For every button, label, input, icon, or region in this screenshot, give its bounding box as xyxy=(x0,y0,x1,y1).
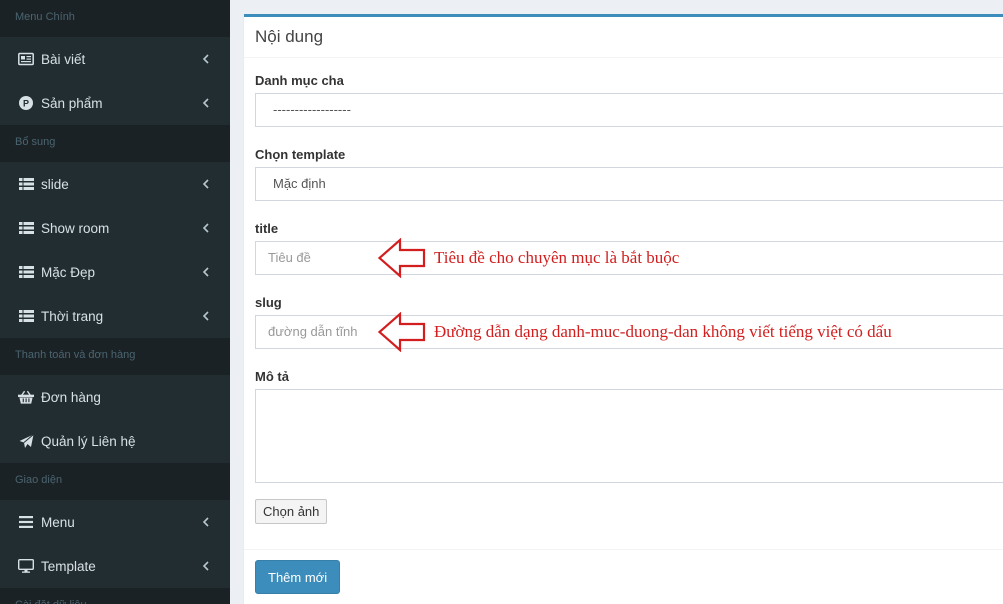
list-icon xyxy=(18,220,34,236)
box-title: Nội dung xyxy=(244,17,1003,58)
sidebar-header-data-settings: Cài đặt dữ liệu xyxy=(0,588,230,604)
sidebar-item-label: Sản phẩm xyxy=(41,95,103,111)
list-icon xyxy=(18,264,34,280)
parent-category-select[interactable]: ------------------ xyxy=(255,93,1003,127)
product-circle-icon: P xyxy=(18,95,34,111)
newspaper-icon xyxy=(18,51,34,67)
slug-annotation-text: Đường dẫn dạng danh-muc-duong-dan không … xyxy=(434,322,892,341)
chevron-left-icon xyxy=(200,178,212,190)
title-placeholder: Tiêu đề xyxy=(268,250,311,265)
main-content: Nội dung Danh mục cha ------------------… xyxy=(230,0,1003,604)
template-select[interactable]: Mặc định xyxy=(255,167,1003,201)
chevron-left-icon xyxy=(200,516,212,528)
sidebar-item-posts[interactable]: Bài viết xyxy=(0,37,230,81)
sidebar-header-payments-orders: Thanh toán và đơn hàng xyxy=(0,338,230,375)
chevron-left-icon xyxy=(200,266,212,278)
sidebar-item-fashion[interactable]: Thời trang xyxy=(0,294,230,338)
template-value: Mặc định xyxy=(273,176,326,191)
form-box: Nội dung Danh mục cha ------------------… xyxy=(244,14,1003,604)
sidebar-item-label: Quản lý Liên hệ xyxy=(41,433,136,449)
chevron-left-icon xyxy=(200,97,212,109)
sidebar: Menu Chính Bài viết P Sản phẩm Bổ sung s… xyxy=(0,0,230,604)
basket-icon xyxy=(18,389,34,405)
sidebar-item-template[interactable]: Template xyxy=(0,544,230,588)
chevron-left-icon xyxy=(200,310,212,322)
sidebar-item-label: Mặc Đẹp xyxy=(41,264,96,280)
sidebar-item-orders[interactable]: Đơn hàng xyxy=(0,375,230,419)
title-annotation: Tiêu đề cho chuyên mục là bắt buộc xyxy=(378,238,679,278)
sidebar-item-mac-dep[interactable]: Mặc Đẹp xyxy=(0,250,230,294)
sidebar-item-label: Bài viết xyxy=(41,51,86,67)
submit-add-button[interactable]: Thêm mới xyxy=(255,560,341,594)
list-icon xyxy=(18,308,34,324)
sidebar-item-label: Thời trang xyxy=(41,308,104,324)
sidebar-item-contacts[interactable]: Quản lý Liên hệ xyxy=(0,419,230,463)
sidebar-header-main-menu: Menu Chính xyxy=(0,0,230,37)
sidebar-item-products[interactable]: P Sản phẩm xyxy=(0,81,230,125)
sidebar-header-extras: Bổ sung xyxy=(0,125,230,162)
sidebar-item-label: slide xyxy=(41,176,69,192)
parent-category-value: ------------------ xyxy=(273,102,351,117)
sidebar-item-label: Đơn hàng xyxy=(41,389,101,405)
arrow-left-icon xyxy=(378,238,426,278)
parent-category-label: Danh mục cha xyxy=(255,73,344,88)
paper-plane-icon xyxy=(18,433,34,449)
slug-label: slug xyxy=(255,295,282,310)
sidebar-header-interface: Giao diện xyxy=(0,463,230,500)
chevron-left-icon xyxy=(200,560,212,572)
slug-placeholder: đường dẫn tĩnh xyxy=(268,324,358,339)
bars-icon xyxy=(18,514,34,530)
sidebar-item-label: Template xyxy=(41,558,96,574)
template-label: Chọn template xyxy=(255,147,346,162)
title-label: title xyxy=(255,221,279,236)
sidebar-item-label: Menu xyxy=(41,514,75,530)
desktop-icon xyxy=(18,558,34,574)
sidebar-item-menu[interactable]: Menu xyxy=(0,500,230,544)
title-annotation-text: Tiêu đề cho chuyên mục là bắt buộc xyxy=(434,248,680,267)
list-icon xyxy=(18,176,34,192)
chevron-left-icon xyxy=(200,222,212,234)
description-textarea[interactable] xyxy=(255,389,1003,483)
sidebar-item-label: Show room xyxy=(41,220,110,236)
slug-annotation: Đường dẫn dạng danh-muc-duong-dan không … xyxy=(378,312,892,352)
choose-image-button[interactable]: Chọn ảnh xyxy=(255,499,328,524)
box-footer-divider xyxy=(244,549,1003,550)
svg-text:P: P xyxy=(23,99,29,109)
chevron-left-icon xyxy=(200,53,212,65)
sidebar-item-showroom[interactable]: Show room xyxy=(0,206,230,250)
description-label: Mô tả xyxy=(255,369,289,384)
arrow-left-icon xyxy=(378,312,426,352)
sidebar-item-slide[interactable]: slide xyxy=(0,162,230,206)
